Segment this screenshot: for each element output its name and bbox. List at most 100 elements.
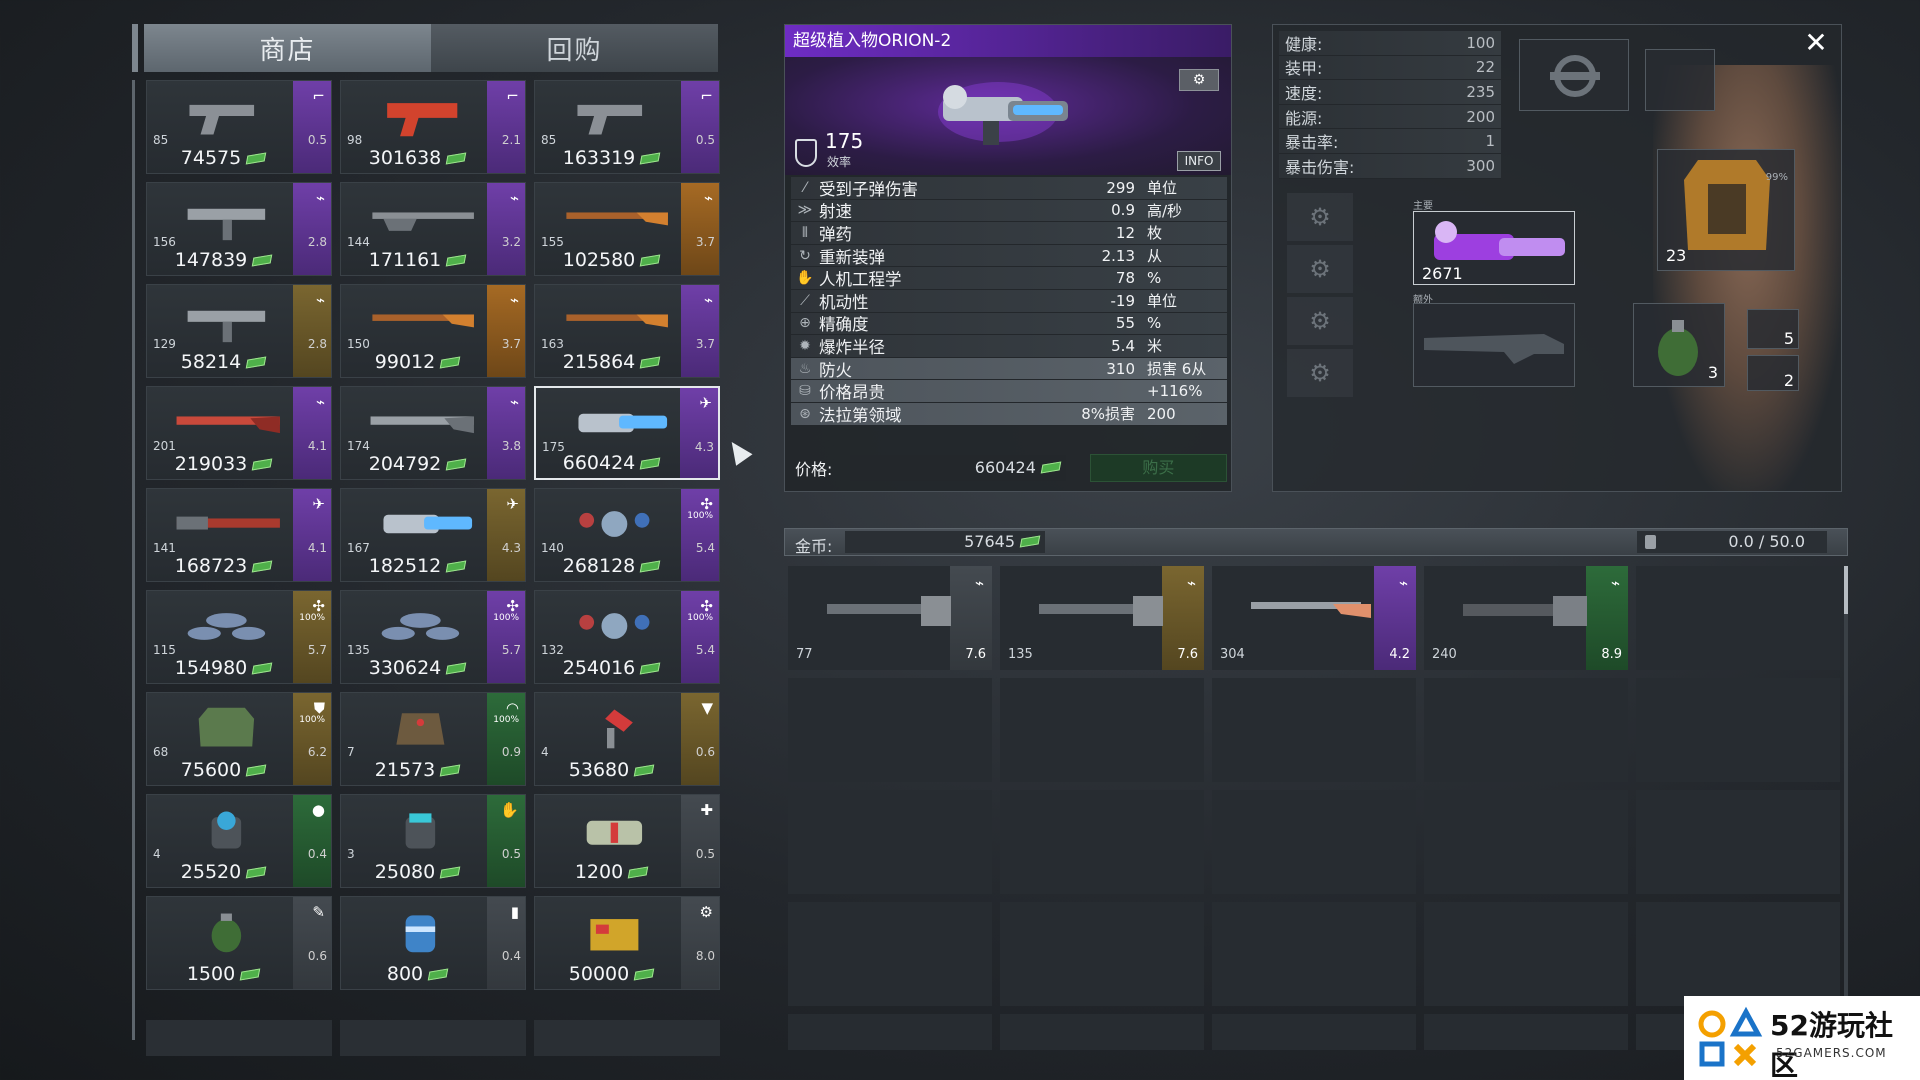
shop-item-card[interactable]: ✈ 167 4.3 182512 — [340, 488, 526, 582]
inventory-empty-slot[interactable] — [1636, 678, 1840, 782]
grenade-slot[interactable]: 3 — [1633, 303, 1725, 387]
item-weight: 4.1 — [307, 541, 327, 555]
primary-weapon-slot[interactable]: 2671 — [1413, 211, 1575, 285]
implant-slot-4[interactable]: ⚙ — [1287, 349, 1353, 397]
shop-item-card[interactable]: ◠ 7 0.9 21573 100% — [340, 692, 526, 786]
shop-item-card[interactable]: ⌐ 98 2.1 301638 — [340, 80, 526, 174]
inventory-empty-slot[interactable] — [788, 1014, 992, 1050]
inventory-empty-slot[interactable] — [1424, 678, 1628, 782]
rifle-icon: ⌁ — [974, 574, 984, 592]
weight-icon — [1645, 535, 1656, 549]
inventory-empty-slot[interactable] — [1636, 566, 1840, 670]
item-price-value: 168723 — [174, 555, 248, 577]
cash-icon — [627, 866, 649, 879]
item-price: 75600 — [147, 759, 299, 781]
shop-item-card[interactable]: ✈ 175 4.3 660424 — [534, 386, 720, 480]
buy-button[interactable]: 购买 — [1089, 454, 1227, 482]
tab-buyback[interactable]: 回购 — [431, 24, 718, 72]
inventory-empty-slot[interactable] — [1424, 790, 1628, 894]
implant-slot-1[interactable]: ⚙ — [1287, 193, 1353, 241]
shop-item-card[interactable]: ✋ 3 0.5 25080 — [340, 794, 526, 888]
inventory-empty-slot[interactable] — [1000, 678, 1204, 782]
item-price: 25080 — [341, 861, 493, 883]
inventory-empty-slot[interactable] — [1212, 1014, 1416, 1050]
shop-item-card[interactable]: ✎ 0.6 1500 — [146, 896, 332, 990]
item-weight: 4.1 — [307, 439, 327, 453]
shop-item-card[interactable]: ⌁ 155 3.7 102580 — [534, 182, 720, 276]
item-detail-panel: 超级植入物ORION-2 175 效率 ⚙ INFO ⁄ 受到子弹伤害 299 … — [784, 24, 1232, 492]
rifle-icon: ⌁ — [315, 291, 325, 309]
inventory-empty-slot[interactable] — [1212, 678, 1416, 782]
shop-item-card[interactable]: ⌁ 144 3.2 171161 — [340, 182, 526, 276]
stat-value: 5.4 — [1111, 336, 1135, 355]
shop-scrollbar[interactable] — [132, 80, 135, 1040]
shop-item-card[interactable]: ✚ 0.5 1200 — [534, 794, 720, 888]
item-level: 4 — [541, 745, 549, 759]
info-button[interactable]: INFO — [1177, 151, 1221, 171]
inventory-item[interactable]: ⌁ 240 8.9 — [1424, 566, 1628, 670]
helmet-slot[interactable] — [1645, 49, 1715, 111]
inventory-item[interactable]: ⌁ 77 7.6 — [788, 566, 992, 670]
shop-item-card[interactable]: ⌐ 85 0.5 163319 — [534, 80, 720, 174]
bullet-icon: ⁄ — [803, 179, 807, 196]
inventory-empty-slot[interactable] — [1636, 902, 1840, 1006]
bandage-slot[interactable]: 5 — [1747, 309, 1799, 349]
shop-item-card[interactable]: ⌁ 150 3.7 99012 — [340, 284, 526, 378]
cash-icon — [245, 152, 267, 165]
stat-name: 精确度 — [819, 315, 869, 335]
inventory-empty-slot[interactable] — [1424, 1014, 1628, 1050]
item-level: 150 — [347, 337, 370, 351]
shop-item-card[interactable]: ⌁ 129 2.8 58214 — [146, 284, 332, 378]
inventory-empty-slot[interactable] — [1212, 790, 1416, 894]
item-level: 167 — [347, 541, 370, 555]
battery-count: 2 — [1783, 371, 1794, 390]
shop-item-card[interactable]: ▼ 4 0.6 53680 — [534, 692, 720, 786]
inventory-empty-slot[interactable] — [1636, 790, 1840, 894]
cash-icon — [1019, 535, 1041, 548]
inventory-empty-slot[interactable] — [788, 790, 992, 894]
shop-item-card[interactable]: ✣ 132 5.4 254016 100% — [534, 590, 720, 684]
character-attributes: 健康: 100 装甲: 22 速度: 235 能源: 200 暴击率: 1 暴击伤害: 3… — [1279, 31, 1501, 179]
shop-item-card[interactable]: ⚙ 8.0 50000 — [534, 896, 720, 990]
item-weight: 2.8 — [307, 337, 327, 351]
shop-item-card[interactable]: ⌁ 174 3.8 204792 — [340, 386, 526, 480]
inventory-empty-slot[interactable] — [1000, 1014, 1204, 1050]
inventory-empty-slot[interactable] — [788, 902, 992, 1006]
close-icon[interactable]: ✕ — [1803, 29, 1829, 57]
stat-unit: % — [1147, 269, 1162, 288]
secondary-weapon-slot[interactable] — [1413, 303, 1575, 387]
inventory-empty-slot[interactable] — [1000, 790, 1204, 894]
cash-icon — [640, 356, 661, 369]
shop-item-card[interactable]: ▮ 0.4 800 — [340, 896, 526, 990]
shop-item-card[interactable]: ⌁ 163 3.7 215864 — [534, 284, 720, 378]
inventory-item[interactable]: ⌁ 135 7.6 — [1000, 566, 1204, 670]
primary-weapon-level: 2671 — [1422, 264, 1463, 283]
shop-item-card[interactable]: ✣ 140 5.4 268128 100% — [534, 488, 720, 582]
shop-item-card[interactable]: ● 4 0.4 25520 — [146, 794, 332, 888]
implant-slot-3[interactable]: ⚙ — [1287, 297, 1353, 345]
shop-item-card[interactable]: ⌐ 85 0.5 74575 — [146, 80, 332, 174]
shop-item-card[interactable]: ✈ 141 4.1 168723 — [146, 488, 332, 582]
inventory-item[interactable]: ⌁ 304 4.2 — [1212, 566, 1416, 670]
inventory-empty-slot[interactable] — [1000, 902, 1204, 1006]
cash-icon — [446, 560, 467, 573]
inventory-empty-slot[interactable] — [788, 678, 992, 782]
item-price-value: 1200 — [574, 861, 624, 883]
item-image — [171, 703, 291, 753]
shop-item-card[interactable]: ✣ 115 5.7 154980 100% — [146, 590, 332, 684]
shop-item-card[interactable]: ⌁ 201 4.1 219033 — [146, 386, 332, 480]
item-level: 85 — [153, 133, 169, 147]
item-image — [559, 601, 679, 651]
tab-shop[interactable]: 商店 — [144, 24, 431, 72]
battery-slot[interactable]: 2 — [1747, 355, 1799, 391]
inventory-empty-slot[interactable] — [1212, 902, 1416, 1006]
shop-item-card[interactable]: ✣ 135 5.7 330624 100% — [340, 590, 526, 684]
inventory-scrollbar[interactable] — [1844, 566, 1848, 1036]
shop-item-card[interactable]: ⛊ 68 6.2 75600 100% — [146, 692, 332, 786]
armor-slot[interactable]: 23 99% — [1657, 149, 1795, 271]
item-image — [1018, 582, 1178, 634]
inventory-empty-slot[interactable] — [1424, 902, 1628, 1006]
implant-slot-2[interactable]: ⚙ — [1287, 245, 1353, 293]
shop-item-card[interactable]: ⌁ 156 2.8 147839 — [146, 182, 332, 276]
gadget-slot[interactable] — [1519, 39, 1629, 111]
